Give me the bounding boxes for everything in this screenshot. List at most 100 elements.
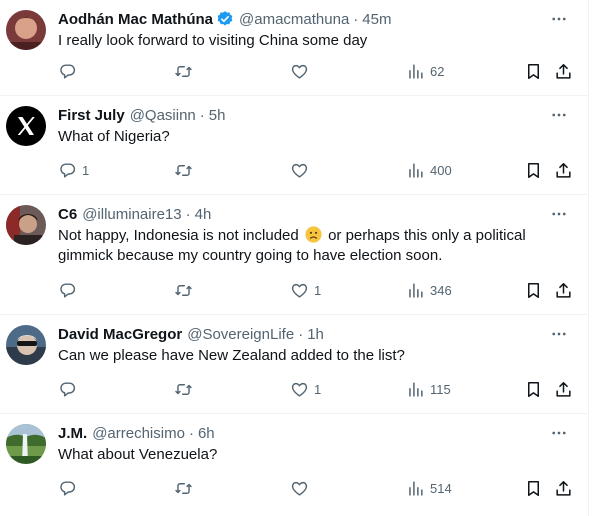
tweet-text: What about Venezuela? [58, 446, 218, 463]
separator-dot: · [188, 424, 194, 442]
share-icon [554, 380, 573, 399]
more-icon[interactable] [550, 325, 568, 343]
like-icon [290, 62, 309, 81]
like-count: 1 [314, 382, 322, 397]
more-icon[interactable] [550, 205, 568, 223]
share-button[interactable] [554, 479, 573, 498]
bookmark-button[interactable] [524, 161, 543, 180]
share-button[interactable] [554, 380, 573, 399]
views-button[interactable]: 346 [406, 281, 452, 300]
like-button[interactable] [290, 161, 314, 180]
tweet[interactable]: C6 @illuminaire13 · 4h Not happy, Indone… [0, 195, 588, 315]
views-icon [406, 281, 425, 300]
views-icon [406, 380, 425, 399]
timestamp[interactable]: 6h [198, 425, 215, 442]
more-icon[interactable] [550, 424, 568, 442]
avatar[interactable] [6, 325, 46, 365]
bookmark-button[interactable] [524, 281, 543, 300]
like-button[interactable] [290, 62, 314, 81]
view-count: 115 [430, 382, 451, 397]
reply-button[interactable] [58, 479, 82, 498]
views-button[interactable]: 514 [406, 479, 452, 498]
display-name[interactable]: Aodhán Mac Mathúna [58, 11, 213, 28]
display-name[interactable]: David MacGregor [58, 326, 182, 343]
display-name[interactable]: First July [58, 107, 125, 124]
bookmark-icon [524, 161, 543, 180]
handle[interactable]: @arrechisimo [92, 425, 185, 442]
view-count: 346 [430, 283, 452, 298]
reply-button[interactable]: 1 [58, 161, 89, 180]
like-icon [290, 161, 309, 180]
handle[interactable]: @Qasiinn [130, 107, 196, 124]
reply-icon [58, 281, 77, 300]
avatar[interactable] [6, 424, 46, 464]
retweet-button[interactable] [174, 62, 193, 81]
reply-feed: Aodhán Mac Mathúna @amacmathuna · 45m I … [0, 0, 589, 516]
bookmark-icon [524, 281, 543, 300]
display-name[interactable]: J.M. [58, 425, 87, 442]
handle[interactable]: @amacmathuna [239, 11, 349, 28]
display-name[interactable]: C6 [58, 206, 77, 223]
like-button[interactable]: 1 [290, 281, 321, 300]
views-button[interactable]: 115 [406, 380, 451, 399]
views-button[interactable]: 400 [406, 161, 452, 180]
timestamp[interactable]: 5h [209, 107, 226, 124]
separator-dot: · [199, 106, 205, 124]
reply-button[interactable] [58, 62, 82, 81]
like-icon [290, 380, 309, 399]
views-icon [406, 62, 425, 81]
tweet[interactable]: J.M. @arrechisimo · 6h What about Venezu… [0, 414, 588, 516]
share-icon [554, 62, 573, 81]
tweet[interactable]: First July @Qasiinn · 5h What of Nigeria… [0, 96, 588, 195]
bookmark-button[interactable] [524, 62, 543, 81]
handle[interactable]: @illuminaire13 [82, 206, 181, 223]
share-icon [554, 161, 573, 180]
more-icon[interactable] [550, 10, 568, 28]
retweet-icon [174, 281, 193, 300]
tweet-text: I really look forward to visiting China … [58, 32, 368, 49]
views-button[interactable]: 62 [406, 62, 444, 81]
bookmark-button[interactable] [524, 479, 543, 498]
share-button[interactable] [554, 161, 573, 180]
share-icon [554, 281, 573, 300]
tweet[interactable]: David MacGregor @SovereignLife · 1h Can … [0, 315, 588, 414]
avatar[interactable] [6, 106, 46, 146]
retweet-button[interactable] [174, 161, 193, 180]
reply-button[interactable] [58, 281, 82, 300]
views-icon [406, 161, 425, 180]
retweet-icon [174, 62, 193, 81]
view-count: 62 [430, 64, 445, 79]
tweet-text: Can we please have New Zealand added to … [58, 347, 405, 364]
timestamp[interactable]: 45m [362, 11, 391, 28]
bookmark-icon [524, 62, 543, 81]
share-button[interactable] [554, 281, 573, 300]
bookmark-icon [524, 380, 543, 399]
reply-count: 1 [82, 163, 90, 178]
reply-icon [58, 380, 77, 399]
share-icon [554, 479, 573, 498]
like-icon [290, 281, 309, 300]
retweet-button[interactable] [174, 281, 193, 300]
slightly-frowning-face-emoji [305, 226, 322, 243]
timestamp[interactable]: 1h [307, 326, 324, 343]
like-icon [290, 479, 309, 498]
separator-dot: · [298, 325, 304, 343]
bookmark-button[interactable] [524, 380, 543, 399]
handle[interactable]: @SovereignLife [187, 326, 294, 343]
retweet-button[interactable] [174, 380, 193, 399]
more-icon[interactable] [550, 106, 568, 124]
share-button[interactable] [554, 62, 573, 81]
timestamp[interactable]: 4h [195, 206, 212, 223]
retweet-icon [174, 380, 193, 399]
retweet-button[interactable] [174, 479, 193, 498]
avatar[interactable] [6, 10, 46, 50]
like-button[interactable]: 1 [290, 380, 321, 399]
reply-icon [58, 479, 77, 498]
like-button[interactable] [290, 479, 314, 498]
retweet-icon [174, 479, 193, 498]
reply-icon [58, 62, 77, 81]
tweet[interactable]: Aodhán Mac Mathúna @amacmathuna · 45m I … [0, 0, 588, 96]
tweet-text: Not happy, Indonesia is not included or … [58, 226, 558, 266]
avatar[interactable] [6, 205, 46, 245]
reply-button[interactable] [58, 380, 82, 399]
